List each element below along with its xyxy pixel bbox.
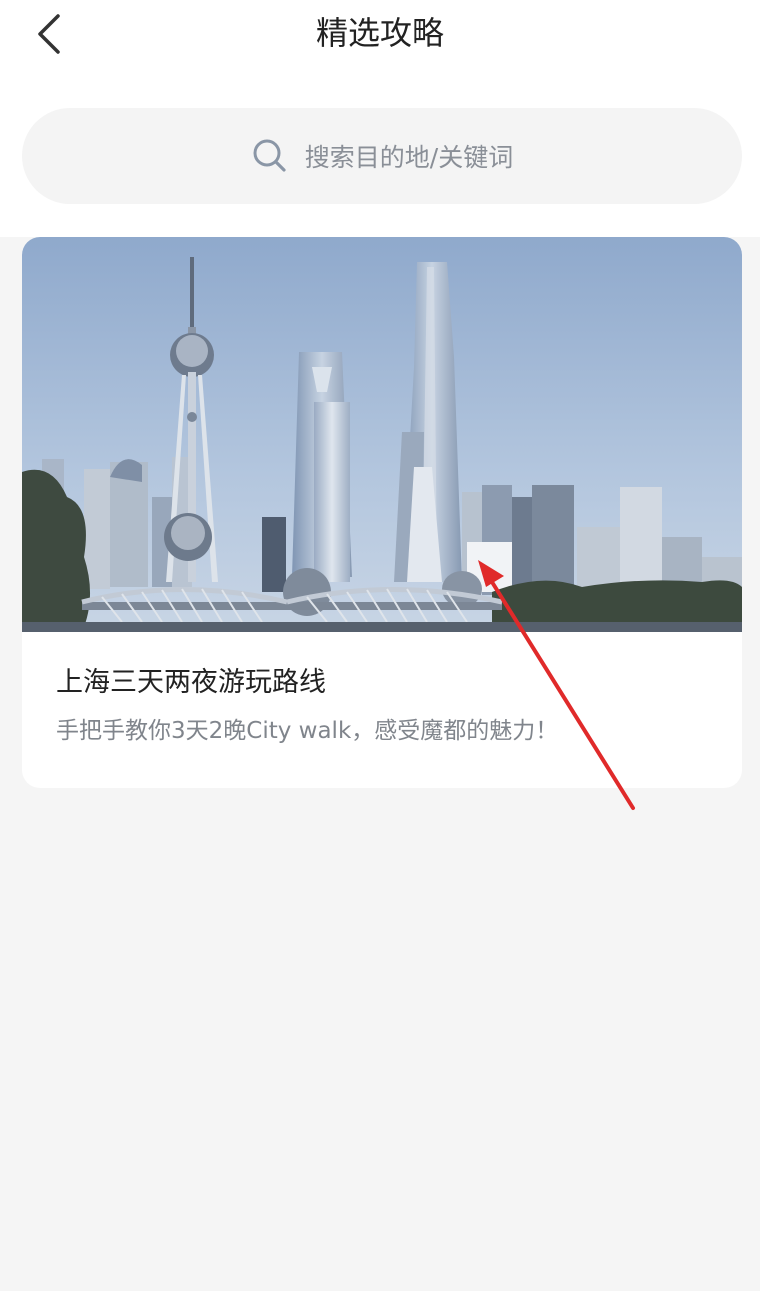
- search-input[interactable]: 搜索目的地/关键词: [22, 108, 742, 204]
- guide-card[interactable]: 上海三天两夜游玩路线 手把手教你3天2晚City walk，感受魔都的魅力！: [22, 237, 742, 788]
- guide-cover-image: [22, 237, 742, 632]
- page-title: 精选攻略: [315, 14, 444, 52]
- guide-subtitle: 手把手教你3天2晚City walk，感受魔都的魅力！: [56, 718, 559, 744]
- search-icon: [251, 137, 289, 175]
- guide-title: 上海三天两夜游玩路线: [56, 667, 326, 698]
- search-placeholder: 搜索目的地/关键词: [304, 143, 514, 172]
- header-area: 精选攻略 搜索目的地/关键词: [0, 0, 760, 237]
- nav-bar: 精选攻略: [0, 0, 760, 70]
